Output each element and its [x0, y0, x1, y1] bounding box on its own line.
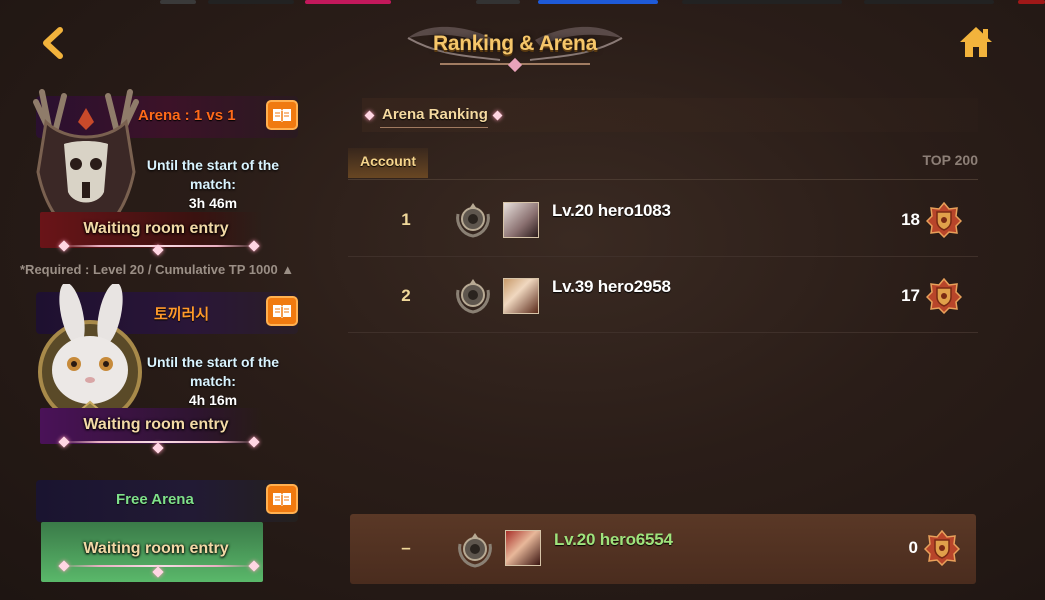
- home-icon: [960, 27, 992, 57]
- arena-name: Arena : 1 vs 1: [138, 107, 236, 124]
- top-status-strip: [0, 0, 1045, 6]
- rank-number: 1: [401, 210, 411, 229]
- player-score: 18: [901, 210, 920, 229]
- countdown-label: Until the start of the match:: [146, 157, 280, 192]
- match-countdown: Until the start of the match: 3h 46m: [124, 156, 302, 213]
- column-account[interactable]: Account: [348, 148, 428, 178]
- column-top200: TOP 200: [922, 152, 978, 168]
- my-ranking-row[interactable]: – Lv.20 hero6554 0: [350, 514, 976, 584]
- arena-points-emblem-icon: [924, 530, 960, 566]
- avatar: [503, 202, 539, 238]
- entry-button-label: Waiting room entry: [83, 416, 229, 433]
- rank-medal-icon: [456, 203, 490, 238]
- entry-button-label: Waiting room entry: [83, 540, 229, 557]
- diamond-ornament: [152, 442, 164, 454]
- back-button[interactable]: [36, 26, 70, 60]
- arena-requirement: *Required : Level 20 / Cumulative TP 100…: [20, 262, 295, 277]
- player-name: Lv.39 hero2958: [552, 277, 671, 296]
- home-button[interactable]: [958, 24, 994, 60]
- player-name: Lv.20 hero1083: [552, 201, 671, 220]
- book-icon: [273, 305, 291, 318]
- my-player-name: Lv.20 hero6554: [554, 530, 673, 549]
- avatar: [503, 278, 539, 314]
- arena-points-emblem-icon: [926, 202, 962, 238]
- tab-underline: [380, 127, 488, 128]
- arena-name: 토끼러시: [154, 306, 210, 323]
- page-title: Ranking & Arena: [433, 32, 597, 55]
- arena-card-1v1: Arena : 1 vs 1 Until the start of the ma…: [33, 89, 298, 256]
- match-countdown: Until the start of the match: 4h 16m: [124, 353, 302, 410]
- my-rank: –: [401, 538, 411, 557]
- avatar: [505, 530, 541, 566]
- arena-info-button[interactable]: [266, 484, 298, 514]
- book-icon: [273, 493, 291, 506]
- countdown-time: 3h 46m: [188, 195, 238, 211]
- ranking-row[interactable]: 1 Lv.20 hero1083 18: [348, 181, 978, 257]
- arena-name: Free Arena: [116, 491, 194, 508]
- arena-card-rabbit-rush: 토끼러시 Until the start of the match: 4h 16…: [36, 284, 298, 454]
- rank-medal-icon: [458, 533, 492, 568]
- arena-card-free: Free Arena Waiting room entry: [36, 480, 298, 586]
- tab-label: Arena Ranking: [382, 106, 488, 123]
- my-score: 0: [908, 538, 918, 557]
- arena-points-emblem-icon: [926, 278, 962, 314]
- countdown-label: Until the start of the match:: [146, 354, 280, 389]
- title-banner: Ranking & Arena: [400, 16, 630, 73]
- arena-info-button[interactable]: [266, 296, 298, 326]
- entry-button-label: Waiting room entry: [83, 220, 229, 237]
- chevron-left-icon: [43, 27, 63, 59]
- player-score: 17: [901, 286, 920, 305]
- book-icon: [273, 109, 291, 122]
- arena-info-button[interactable]: [266, 100, 298, 130]
- ranking-row[interactable]: 2 Lv.39 hero2958 17: [348, 257, 978, 333]
- ranking-header: Account TOP 200: [348, 148, 978, 180]
- rank-number: 2: [401, 286, 411, 305]
- rank-medal-icon: [456, 279, 490, 314]
